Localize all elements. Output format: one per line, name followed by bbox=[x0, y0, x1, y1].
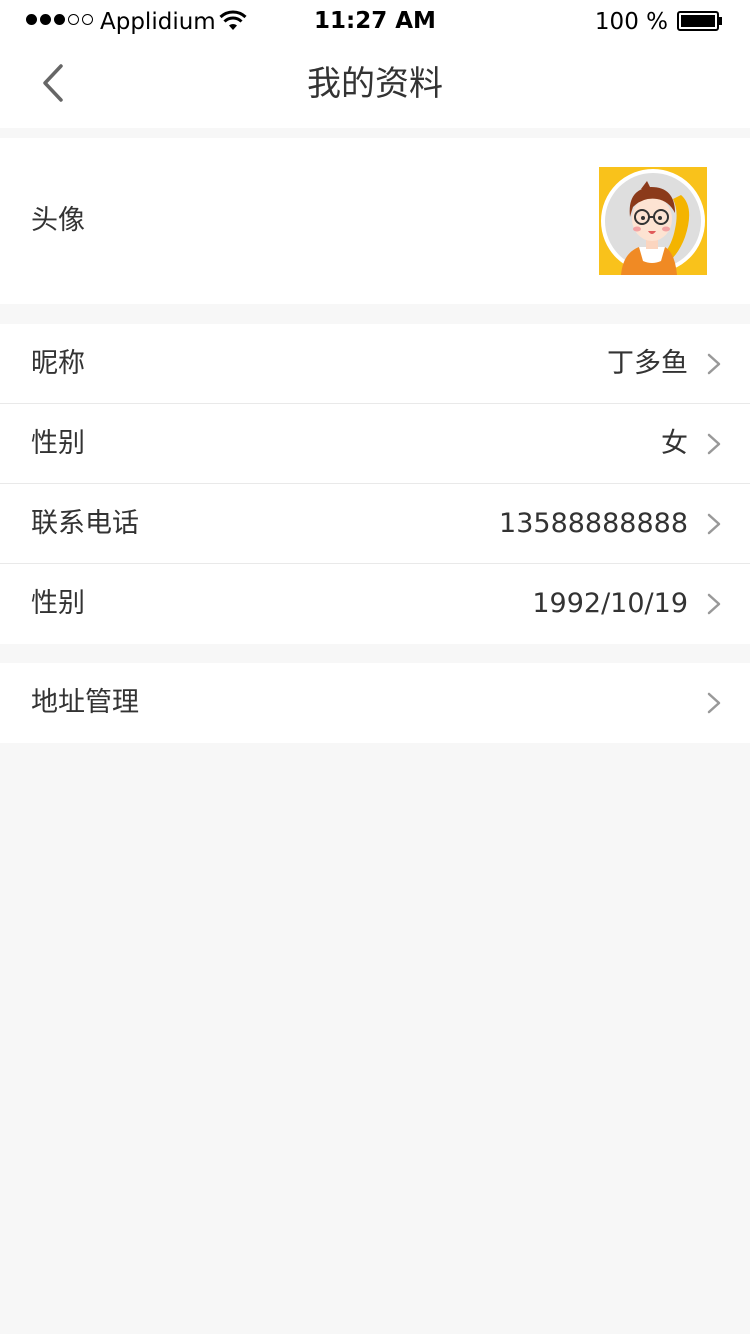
phone-row[interactable]: 联系电话 13588888888 bbox=[0, 484, 750, 564]
birthday-value: 1992/10/19 bbox=[532, 588, 688, 619]
phone-value: 13588888888 bbox=[499, 508, 688, 539]
nickname-label: 昵称 bbox=[31, 348, 85, 379]
status-bar: Applidium 11:27 AM 100 % bbox=[0, 0, 750, 40]
battery-icon bbox=[677, 11, 722, 31]
avatar-image[interactable] bbox=[599, 167, 707, 275]
chevron-right-icon bbox=[707, 353, 721, 375]
chevron-right-icon bbox=[707, 433, 721, 455]
address-management-label: 地址管理 bbox=[31, 687, 139, 718]
birthday-label: 性别 bbox=[31, 588, 85, 619]
phone-label: 联系电话 bbox=[31, 508, 139, 539]
chevron-right-icon bbox=[707, 692, 721, 714]
profile-info-list: 昵称 丁多鱼 性别 女 联系电话 13588888888 性别 1992/10/… bbox=[0, 324, 750, 644]
address-section: 地址管理 bbox=[0, 663, 750, 743]
avatar-row[interactable]: 头像 bbox=[0, 138, 750, 304]
battery-percent: 100 % bbox=[594, 9, 668, 35]
birthday-row[interactable]: 性别 1992/10/19 bbox=[0, 564, 750, 644]
page-title: 我的资料 bbox=[307, 64, 443, 104]
nickname-row[interactable]: 昵称 丁多鱼 bbox=[0, 324, 750, 404]
avatar-label: 头像 bbox=[31, 205, 85, 236]
gender-value: 女 bbox=[661, 428, 688, 459]
gender-label: 性别 bbox=[31, 428, 85, 459]
chevron-right-icon bbox=[707, 513, 721, 535]
chevron-right-icon bbox=[707, 593, 721, 615]
gender-row[interactable]: 性别 女 bbox=[0, 404, 750, 484]
navigation-bar: 我的资料 bbox=[0, 40, 750, 128]
address-management-row[interactable]: 地址管理 bbox=[0, 663, 750, 743]
nickname-value: 丁多鱼 bbox=[607, 348, 688, 379]
